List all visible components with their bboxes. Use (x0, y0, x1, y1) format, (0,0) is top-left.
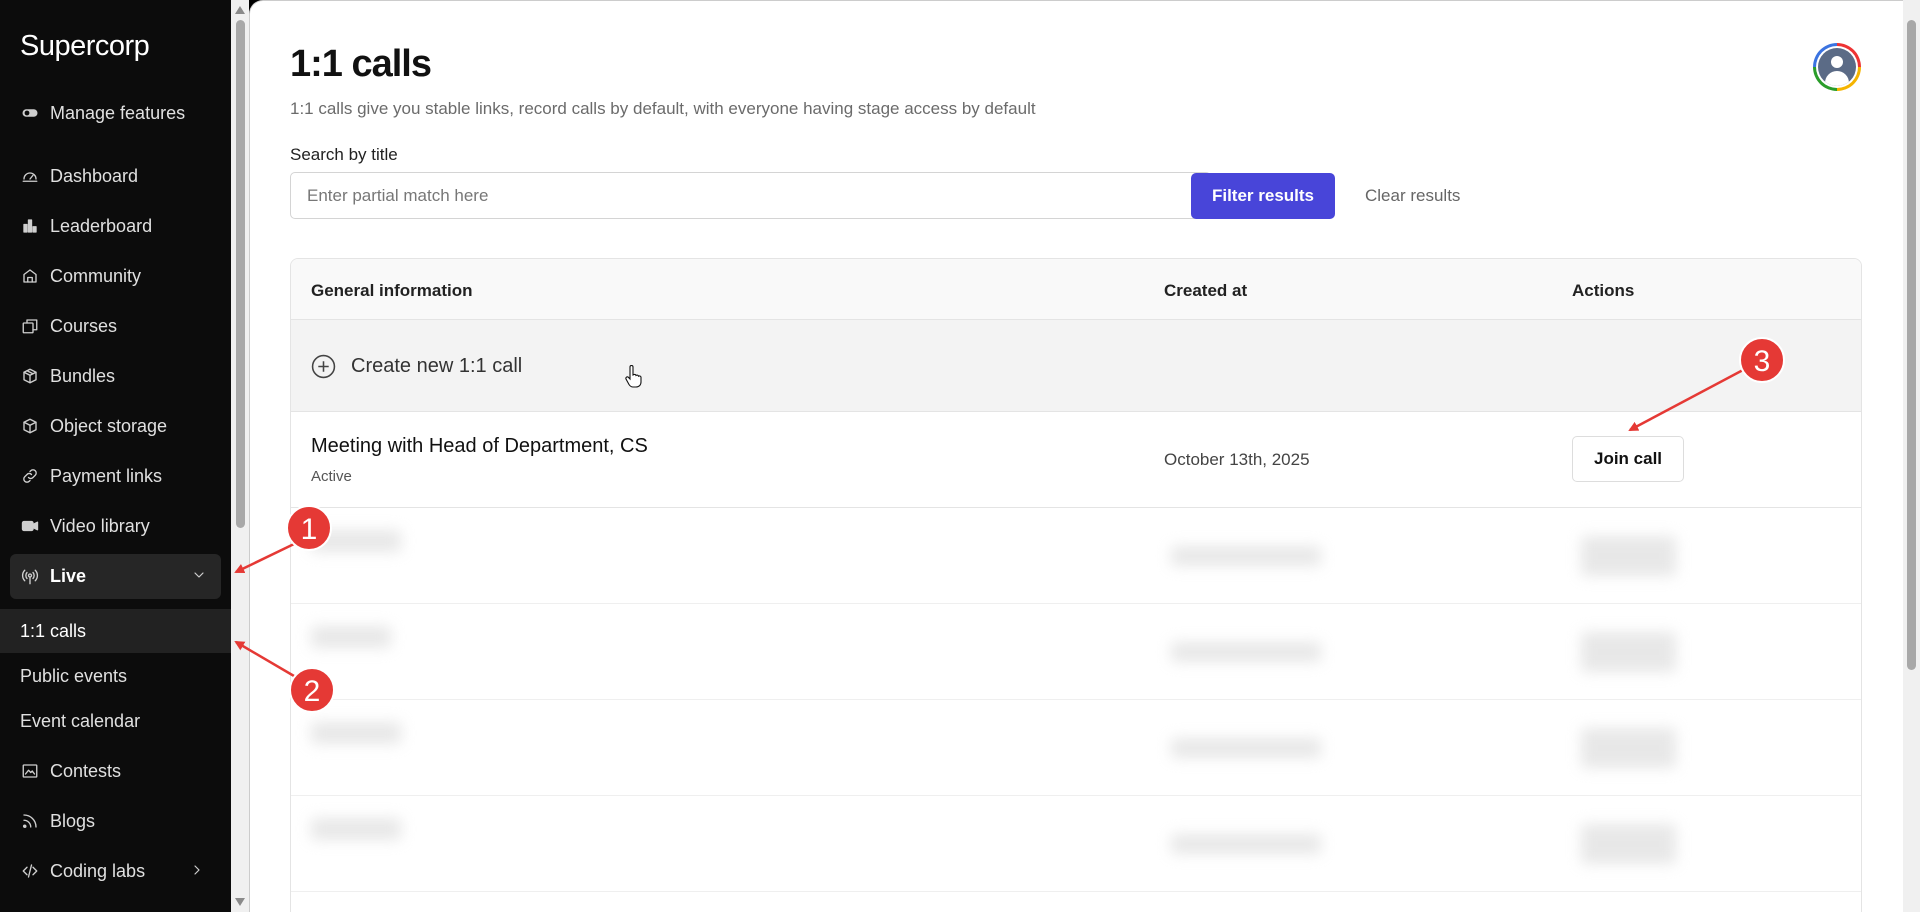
sidebar-item-manage-features[interactable]: Manage features (0, 91, 231, 135)
image-icon (20, 761, 40, 781)
column-header-actions: Actions (1572, 281, 1635, 300)
sidebar-item-label: Bundles (50, 365, 116, 386)
hand-cursor-icon (625, 365, 642, 388)
sidebar-item-courses[interactable]: Courses (0, 304, 231, 348)
sidebar-subitem-public-events[interactable]: Public events (0, 654, 231, 698)
sidebar-item-label: Public events (20, 665, 128, 686)
bar-chart-icon (20, 216, 40, 236)
filter-results-button[interactable]: Filter results (1191, 173, 1335, 219)
search-input[interactable] (290, 172, 1211, 219)
chevron-down-icon (191, 567, 207, 588)
code-icon (20, 861, 40, 881)
bundle-icon (20, 366, 40, 386)
sidebar-item-label: 1:1 calls (20, 620, 87, 641)
sidebar-item-label: Object storage (50, 415, 168, 436)
create-new-call-row[interactable]: Create new 1:1 call (291, 320, 1861, 412)
chevron-right-icon (189, 862, 205, 883)
toggle-icon (20, 103, 40, 123)
scroll-down-arrow-icon[interactable] (235, 898, 245, 906)
community-icon (20, 266, 40, 286)
sidebar-item-community[interactable]: Community (0, 254, 231, 298)
sidebar-item-label: Video library (50, 515, 150, 536)
scroll-up-arrow-icon[interactable] (235, 6, 245, 14)
sidebar-item-label: Blogs (50, 810, 96, 831)
page-scrollbar-thumb[interactable] (236, 20, 245, 528)
user-icon (1818, 48, 1856, 86)
content-scrollbar-thumb[interactable] (1907, 20, 1916, 670)
sidebar-item-payment-links[interactable]: Payment links (0, 454, 231, 498)
call-title[interactable]: Meeting with Head of Department, CS (311, 435, 648, 458)
plus-circle-icon (311, 354, 336, 379)
sidebar-item-label: Live (50, 566, 87, 586)
link-icon (20, 466, 40, 486)
sidebar: Supercorp Manage features Dashboard Lead… (0, 0, 231, 912)
sidebar-item-coding-labs[interactable]: Coding labs (0, 849, 231, 893)
main-content: 1:1 calls 1:1 calls give you stable link… (249, 0, 1903, 912)
sidebar-item-label: Courses (50, 315, 118, 336)
sidebar-item-label: Community (50, 265, 142, 286)
call-status: Active (311, 468, 352, 485)
blurred-table-row (291, 508, 1861, 604)
sidebar-item-label: Leaderboard (50, 215, 153, 236)
broadcast-icon (20, 567, 40, 587)
join-call-button[interactable]: Join call (1572, 436, 1684, 482)
brand-logo[interactable]: Supercorp (20, 30, 150, 63)
sidebar-item-label: Coding labs (50, 860, 146, 881)
sidebar-item-contests[interactable]: Contests (0, 749, 231, 793)
create-new-call-label: Create new 1:1 call (351, 355, 523, 377)
sidebar-item-video-library[interactable]: Video library (0, 504, 231, 548)
video-icon (20, 516, 40, 536)
blurred-table-row (291, 796, 1861, 892)
page-subtitle: 1:1 calls give you stable links, record … (290, 99, 1036, 118)
call-created-at: October 13th, 2025 (1164, 450, 1310, 469)
sidebar-item-label: Dashboard (50, 165, 139, 186)
rss-icon (20, 811, 40, 831)
table-header: General information Created at Actions (291, 259, 1861, 320)
sidebar-item-label: Payment links (50, 465, 163, 486)
sidebar-item-label: Manage features (50, 102, 186, 123)
search-label: Search by title (290, 145, 398, 164)
column-header-created-at: Created at (1164, 281, 1248, 300)
sidebar-item-object-storage[interactable]: Object storage (0, 404, 231, 448)
blurred-table-row (291, 604, 1861, 700)
table-row: Meeting with Head of Department, CS Acti… (291, 412, 1861, 508)
sidebar-subitem-1-1-calls[interactable]: 1:1 calls (0, 609, 231, 653)
avatar[interactable] (1813, 43, 1861, 91)
sidebar-item-live[interactable]: Live (10, 554, 221, 599)
calls-table: General information Created at Actions C… (290, 258, 1862, 912)
sidebar-item-bundles[interactable]: Bundles (0, 354, 231, 398)
box-icon (20, 416, 40, 436)
sidebar-item-label: Event calendar (20, 710, 141, 731)
page-title: 1:1 calls (290, 43, 432, 85)
dashboard-icon (20, 166, 40, 186)
sidebar-item-leaderboard[interactable]: Leaderboard (0, 204, 231, 248)
sidebar-item-dashboard[interactable]: Dashboard (0, 154, 231, 198)
sidebar-item-blogs[interactable]: Blogs (0, 799, 231, 843)
sidebar-subitem-event-calendar[interactable]: Event calendar (0, 699, 231, 743)
clear-results-button[interactable]: Clear results (1365, 173, 1460, 219)
blurred-table-row (291, 700, 1861, 796)
courses-icon (20, 316, 40, 336)
column-header-general-info: General information (311, 281, 473, 300)
sidebar-item-label: Contests (50, 760, 122, 781)
